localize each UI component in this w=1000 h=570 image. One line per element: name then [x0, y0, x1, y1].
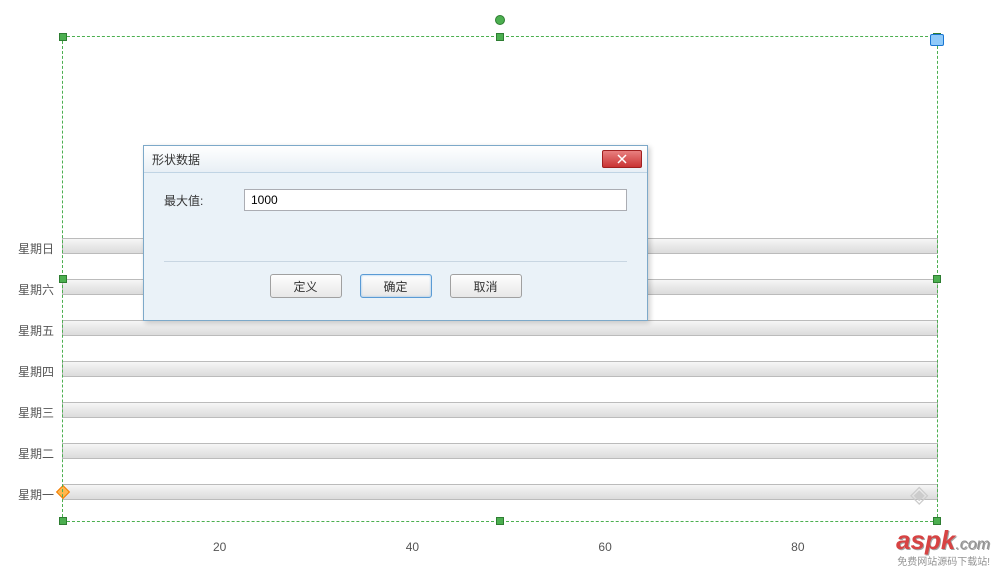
info-handle-icon[interactable] — [930, 34, 944, 46]
x-tick-80: 80 — [791, 540, 804, 554]
dialog-title: 形状数据 — [152, 151, 200, 168]
y-label-tue: 星期二 — [18, 445, 54, 462]
rotate-handle[interactable] — [495, 15, 505, 25]
resize-handle-tl[interactable] — [59, 33, 67, 41]
x-tick-40: 40 — [406, 540, 419, 554]
x-tick-60: 60 — [598, 540, 611, 554]
dialog-titlebar[interactable]: 形状数据 — [144, 146, 647, 173]
watermark-tagline: 免费网站源码下载站! — [896, 553, 990, 568]
ok-button[interactable]: 确定 — [360, 274, 432, 298]
dialog-close-button[interactable] — [602, 150, 642, 168]
dialog-button-row: 定义 确定 取消 — [164, 274, 627, 310]
watermark-brand: aspk.com — [896, 527, 990, 553]
dialog-body: 最大值: 定义 确定 取消 — [144, 173, 647, 320]
x-tick-20: 20 — [213, 540, 226, 554]
max-value-row: 最大值: — [164, 189, 627, 211]
resize-handle-bm[interactable] — [496, 517, 504, 525]
y-label-thu: 星期四 — [18, 363, 54, 380]
max-value-input[interactable] — [244, 189, 627, 211]
cancel-button[interactable]: 取消 — [450, 274, 522, 298]
resize-handle-lm[interactable] — [59, 275, 67, 283]
max-value-label: 最大值: — [164, 192, 224, 209]
close-icon — [617, 154, 627, 164]
y-label-wed: 星期三 — [18, 404, 54, 421]
define-button[interactable]: 定义 — [270, 274, 342, 298]
y-label-sat: 星期六 — [18, 281, 54, 298]
dialog-separator — [164, 261, 627, 262]
resize-handle-rm[interactable] — [933, 275, 941, 283]
resize-handle-bl[interactable] — [59, 517, 67, 525]
watermark: aspk.com 免费网站源码下载站! — [896, 527, 990, 568]
y-label-sun: 星期日 — [18, 240, 54, 257]
shape-data-dialog: 形状数据 最大值: 定义 确定 取消 — [143, 145, 648, 321]
y-label-fri: 星期五 — [18, 322, 54, 339]
resize-handle-tm[interactable] — [496, 33, 504, 41]
decorative-icon: ◈ — [910, 480, 940, 510]
resize-handle-br[interactable] — [933, 517, 941, 525]
y-label-mon: 星期一 — [18, 486, 54, 503]
